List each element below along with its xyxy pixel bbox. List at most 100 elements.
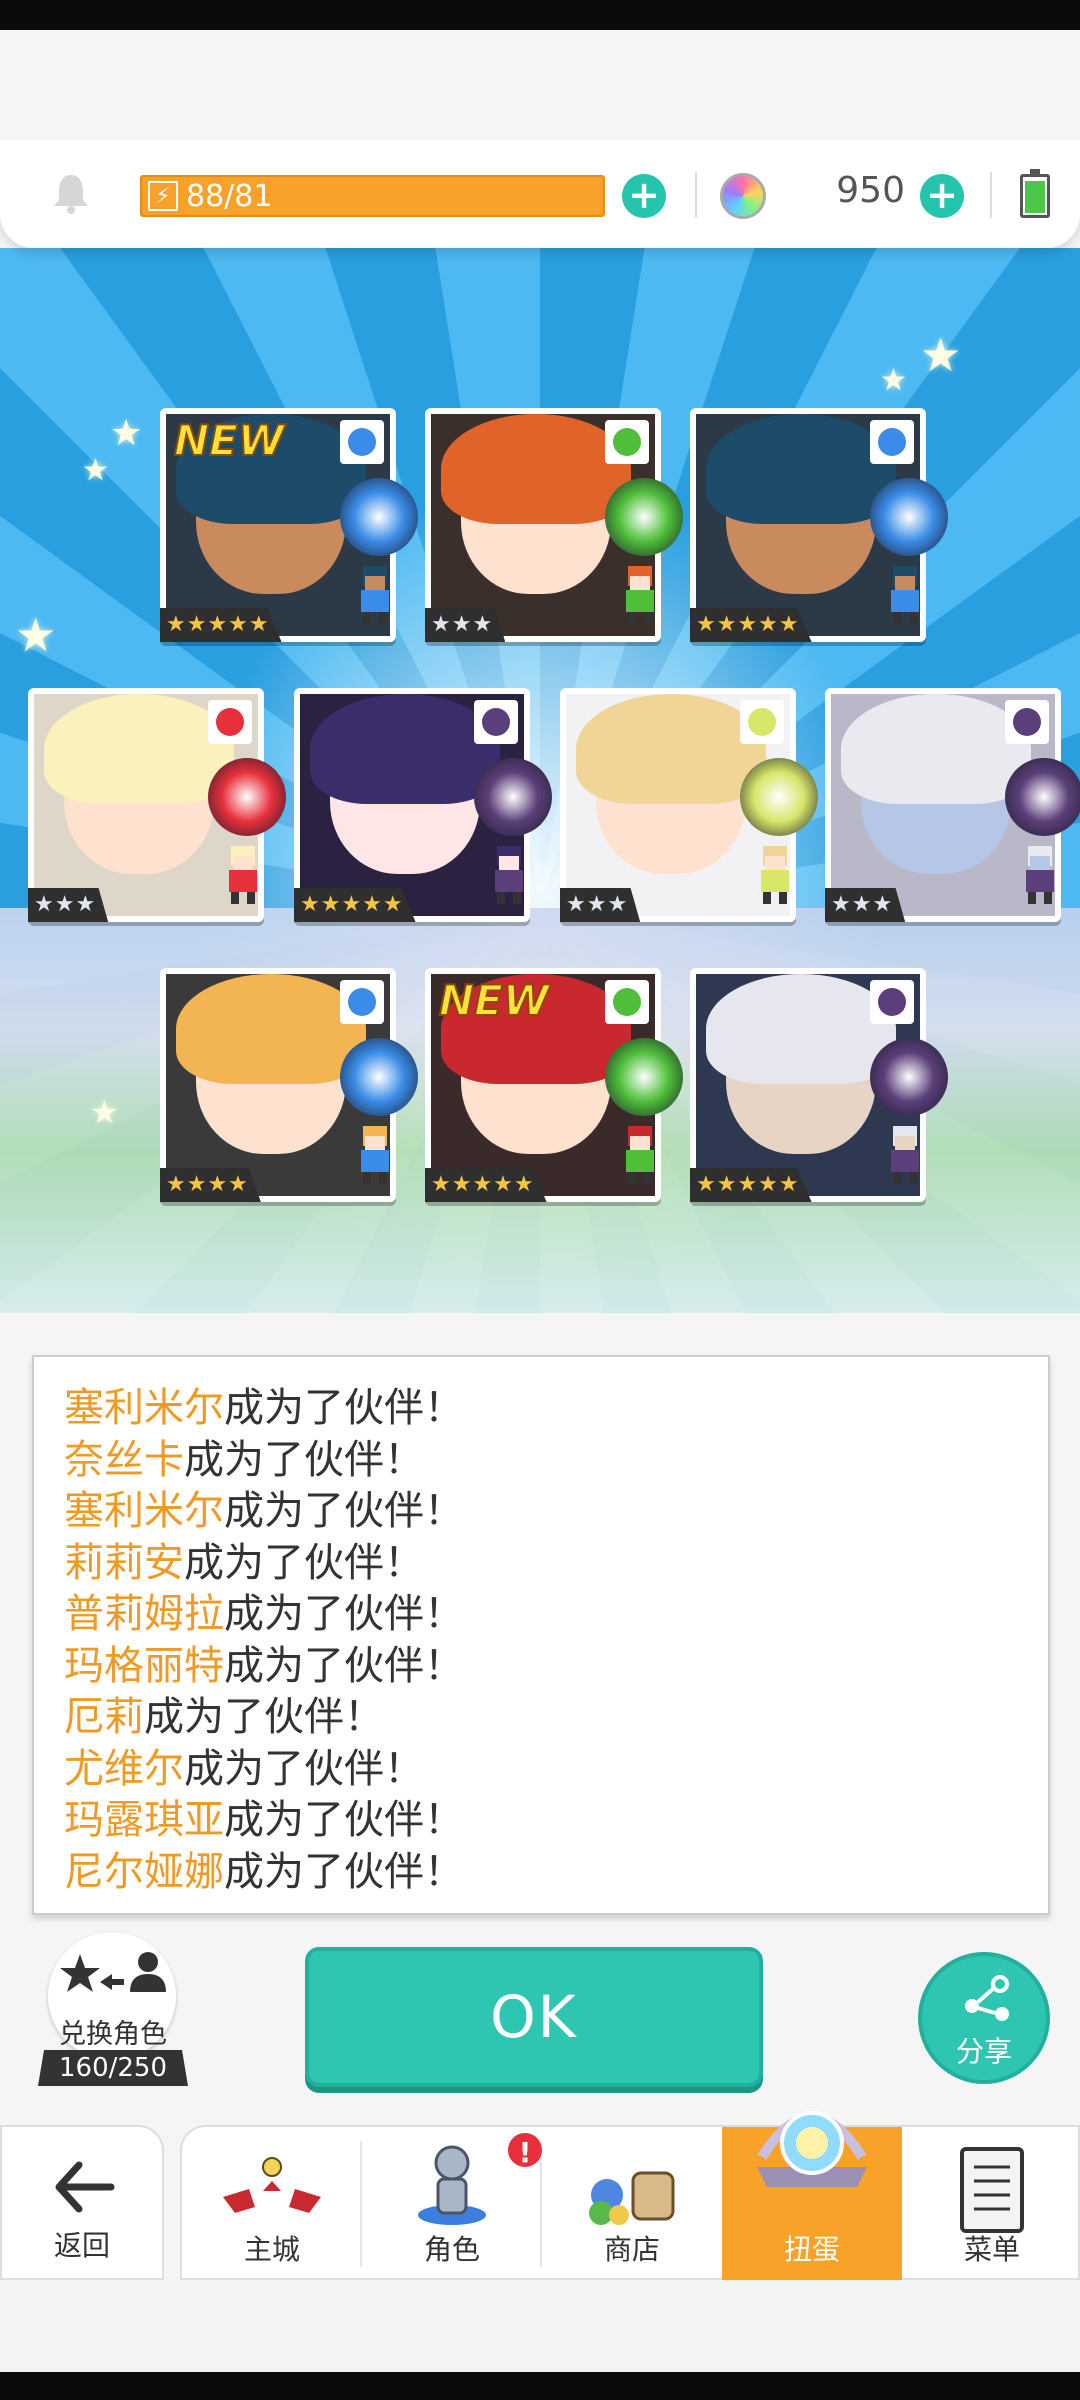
pixel-sprite-icon xyxy=(610,558,670,628)
message-suffix: 成为了伙伴！ xyxy=(224,1591,464,1637)
message-suffix: 成为了伙伴！ xyxy=(224,1385,464,1431)
sparkle-star-icon: ★ xyxy=(920,328,962,382)
message-line: 厄莉成为了伙伴！ xyxy=(64,1692,1048,1744)
pixel-sprite-icon xyxy=(1010,838,1070,908)
message-line: 莉莉安成为了伙伴！ xyxy=(64,1538,1048,1590)
rarity-stars: ★★★★★ xyxy=(690,608,812,642)
top-resource-bar: ⚡ 88/81 + 950 + xyxy=(0,140,1080,248)
message-line: 塞利米尔成为了伙伴！ xyxy=(64,1383,1048,1435)
tab-menu[interactable]: 菜单 xyxy=(902,2127,1080,2282)
character-name: 尤维尔 xyxy=(64,1745,184,1792)
tab-gacha[interactable]: 扭蛋 xyxy=(722,2111,902,2282)
rarity-stars: ★★★ xyxy=(28,888,109,922)
tab-main-city[interactable]: 主城 xyxy=(182,2127,362,2282)
bell-icon[interactable] xyxy=(48,170,94,216)
message-suffix: 成为了伙伴！ xyxy=(184,1539,424,1586)
water-element-icon xyxy=(340,420,384,464)
rarity-stars: ★★★ xyxy=(825,888,906,922)
earth-element-icon xyxy=(605,420,649,464)
exchange-count: 160/250 xyxy=(38,2050,188,2086)
nav-tabs: 主城 角色 商店 扭蛋 菜单 xyxy=(180,2111,1080,2282)
character-name: 塞利米尔 xyxy=(64,1488,224,1534)
tab-label: 扭蛋 xyxy=(783,2233,840,2266)
back-label: 返回 xyxy=(53,2229,110,2262)
pixel-sprite-icon xyxy=(345,1118,405,1188)
character-name: 莉莉安 xyxy=(64,1539,184,1586)
rarity-stars: ★★★★ xyxy=(160,1168,261,1202)
character-name: 奈丝卡 xyxy=(64,1436,184,1483)
character-hair xyxy=(441,414,631,524)
message-line: 尤维尔成为了伙伴！ xyxy=(64,1744,1048,1796)
fire-element-icon xyxy=(208,700,252,744)
pixel-sprite-icon xyxy=(875,1118,935,1188)
status-bar xyxy=(0,0,1080,30)
menu-list-icon xyxy=(960,2147,1024,2233)
message-suffix: 成为了伙伴！ xyxy=(144,1694,384,1740)
character-hair xyxy=(310,694,500,804)
character-name: 玛格丽特 xyxy=(64,1642,224,1689)
ok-button[interactable]: OK xyxy=(305,1947,763,2087)
water-element-icon xyxy=(870,420,914,464)
message-line: 奈丝卡成为了伙伴！ xyxy=(64,1435,1048,1487)
bottom-strip xyxy=(0,2280,1080,2372)
lightning-icon: ⚡ xyxy=(148,181,178,211)
summon-message-box: 塞利米尔成为了伙伴！ 奈丝卡成为了伙伴！ 塞利米尔成为了伙伴！ 莉莉安成为了伙伴！ 普莉… xyxy=(32,1355,1050,1915)
sparkle-star-icon: ★ xyxy=(90,1093,119,1131)
tab-label: 角色 xyxy=(423,2233,480,2266)
message-line: 普莉姆拉成为了伙伴！ xyxy=(64,1589,1048,1641)
pixel-sprite-icon xyxy=(213,838,273,908)
rarity-stars: ★★★★★ xyxy=(160,608,282,642)
character-hair xyxy=(44,694,234,804)
sparkle-star-icon: ★ xyxy=(880,363,907,398)
exchange-label: 兑换角色 xyxy=(59,2019,167,2050)
character-icon xyxy=(418,2145,486,2225)
bottom-nav: 返回 主城 角色 商店 扭蛋 菜单 ! xyxy=(0,2111,1080,2282)
sparkle-star-icon: ★ xyxy=(82,453,109,488)
dark-element-icon xyxy=(870,980,914,1024)
message-suffix: 成为了伙伴！ xyxy=(224,1642,464,1689)
character-hair xyxy=(706,414,896,524)
water-orb-icon xyxy=(870,478,948,556)
pixel-sprite-icon xyxy=(745,838,805,908)
gacha-orb-icon xyxy=(757,2111,867,2187)
pixel-sprite-icon xyxy=(345,558,405,628)
battery-icon xyxy=(1020,169,1050,218)
pixel-sprite-icon xyxy=(875,558,935,628)
add-gems-button[interactable]: + xyxy=(920,174,964,218)
message-suffix: 成为了伙伴！ xyxy=(224,1488,464,1534)
rarity-stars: ★★★ xyxy=(425,608,506,642)
share-icon xyxy=(965,1975,1009,2021)
divider xyxy=(990,172,992,218)
divider xyxy=(695,172,697,218)
back-button[interactable]: 返回 xyxy=(0,2125,164,2280)
pixel-sprite-icon xyxy=(479,838,539,908)
new-badge: NEW xyxy=(438,975,550,1026)
message-line: 玛露琪亚成为了伙伴！ xyxy=(64,1795,1048,1847)
character-name: 普莉姆拉 xyxy=(64,1591,224,1637)
share-button[interactable]: 分享 xyxy=(918,1952,1050,2084)
exchange-character-button[interactable]: 兑换角色 160/250 xyxy=(38,1932,188,2102)
dark-element-icon xyxy=(1005,700,1049,744)
summon-result-area: ★ ★ ★ ★ ★ ★ ★★★★★ NEW ★★★ ★★★★★ ★★★ ★★★★… xyxy=(0,248,1080,1313)
character-name: 塞利米尔 xyxy=(64,1385,224,1431)
water-orb-icon xyxy=(340,478,418,556)
gem-count: 950 xyxy=(836,170,905,211)
sparkle-star-icon: ★ xyxy=(15,608,57,662)
tab-label: 商店 xyxy=(603,2233,660,2266)
system-nav-bar xyxy=(0,2372,1080,2400)
share-label: 分享 xyxy=(955,2035,1012,2068)
light-orb-icon xyxy=(740,758,818,836)
tab-shop[interactable]: 商店 xyxy=(542,2127,722,2282)
earth-element-icon xyxy=(605,980,649,1024)
energy-bar: ⚡ 88/81 xyxy=(140,175,605,217)
earth-orb-icon xyxy=(605,478,683,556)
rarity-stars: ★★★ xyxy=(560,888,641,922)
add-energy-button[interactable]: + xyxy=(622,174,666,218)
dark-orb-icon xyxy=(870,1038,948,1116)
notification-badge: ! xyxy=(505,2130,545,2170)
water-element-icon xyxy=(340,980,384,1024)
message-suffix: 成为了伙伴！ xyxy=(184,1745,424,1792)
message-suffix: 成为了伙伴！ xyxy=(184,1436,424,1483)
dark-orb-icon xyxy=(474,758,552,836)
character-hair xyxy=(576,694,766,804)
